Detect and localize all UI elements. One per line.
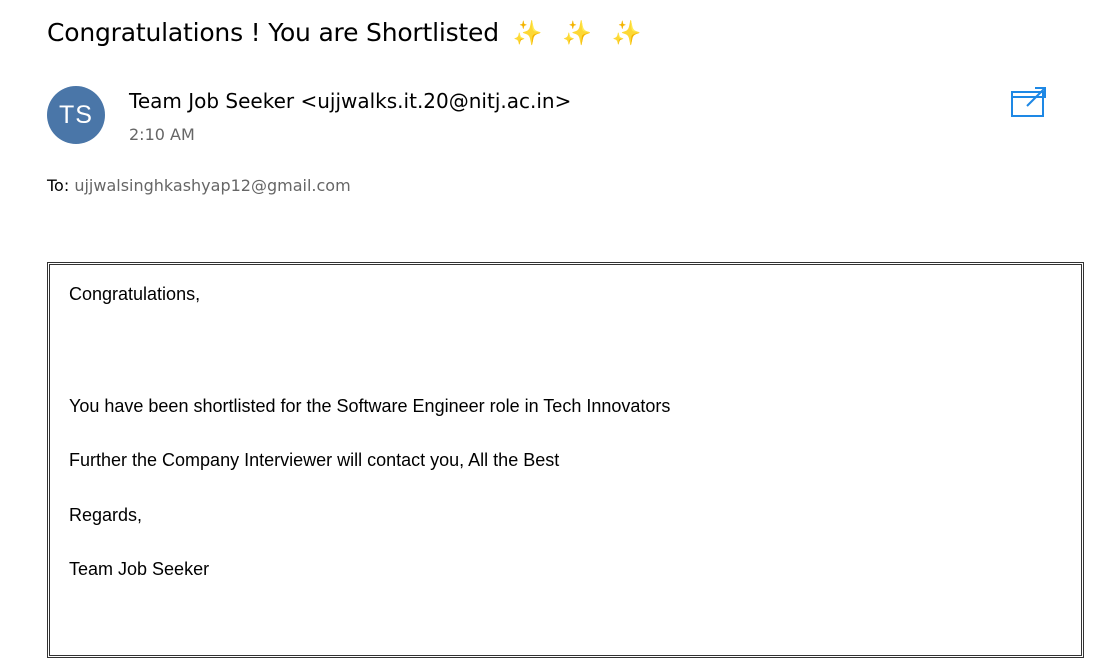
open-in-new-window-icon[interactable] [1009, 84, 1049, 120]
subject-text: Congratulations ! You are Shortlisted [47, 18, 499, 47]
email-body-frame: Congratulations, You have been shortlist… [47, 262, 1084, 658]
recipient-address[interactable]: ujjwalsinghkashyap12@gmail.com [74, 176, 350, 195]
received-time: 2:10 AM [129, 125, 195, 144]
to-label: To: [47, 176, 70, 195]
body-line-interviewer: Further the Company Interviewer will con… [69, 450, 560, 471]
recipient-line: To: ujjwalsinghkashyap12@gmail.com [47, 176, 351, 195]
email-body-text: Congratulations, You have been shortlist… [69, 284, 670, 581]
sender-name[interactable]: Team Job Seeker <ujjwalks.it.20@nitj.ac.… [129, 89, 571, 113]
email-subject: Congratulations ! You are Shortlisted ✨ … [47, 18, 648, 47]
sparkles-icon: ✨ ✨ ✨ [512, 19, 648, 47]
body-line-shortlisted: You have been shortlisted for the Softwa… [69, 395, 671, 416]
body-signature: Team Job Seeker [69, 559, 210, 580]
body-greeting: Congratulations, [69, 284, 201, 304]
body-closing: Regards, [69, 504, 143, 525]
avatar: TS [47, 86, 105, 144]
